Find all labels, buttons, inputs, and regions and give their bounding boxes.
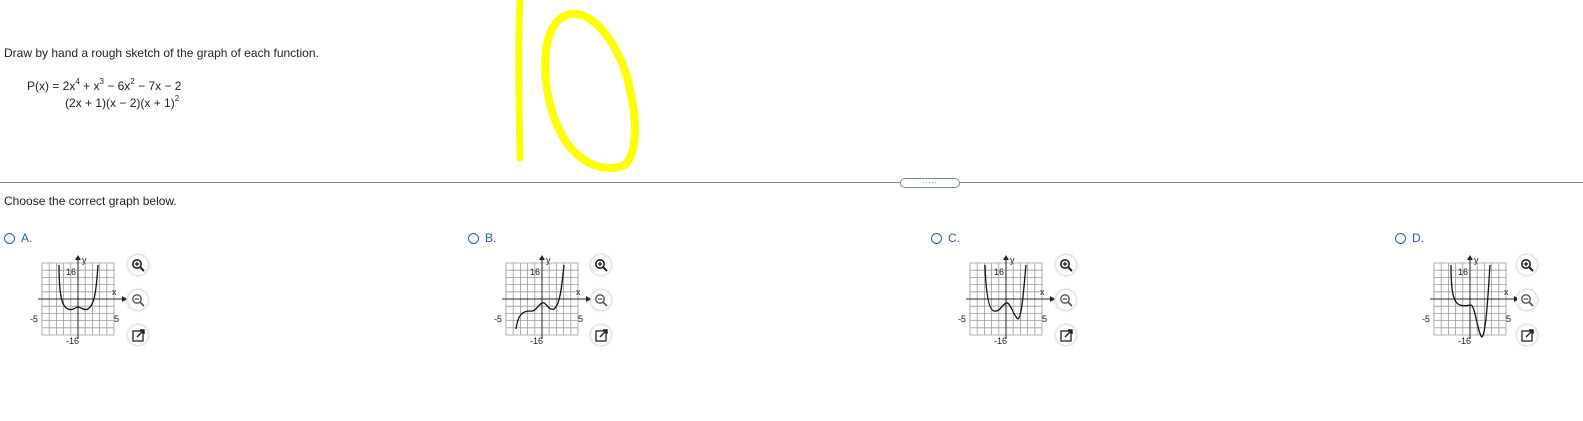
axis-label-y: y (546, 255, 551, 265)
radio-button[interactable] (1395, 232, 1406, 244)
graph-option-d: 16 -16 -5 5 x y (1422, 255, 1519, 346)
divider-drag-handle[interactable]: ..... (900, 178, 960, 188)
option-b[interactable]: B. (468, 231, 496, 245)
popout-icon (1520, 328, 1534, 342)
zoom-out-icon (131, 293, 145, 307)
tick-label-xmin: -5 (494, 314, 502, 324)
tick-label-xmax: 5 (114, 314, 119, 324)
zoom-out-icon (594, 293, 608, 307)
tick-label-xmin: -5 (30, 314, 38, 324)
radio-button[interactable] (4, 232, 15, 244)
tick-label-xmax: 5 (1506, 314, 1511, 324)
handwritten-annotation (515, 0, 639, 172)
tick-label-xmax: 5 (578, 314, 583, 324)
popout-icon (1059, 328, 1073, 342)
tick-label-ymax: 16 (66, 267, 76, 277)
option-label: B. (485, 231, 497, 245)
radio-button[interactable] (468, 232, 479, 244)
tick-label-xmax: 5 (1042, 314, 1047, 324)
axis-label-x: x (1504, 287, 1509, 297)
axis-label-y: y (82, 255, 87, 265)
axis-label-x: x (1040, 287, 1045, 297)
zoom-out-button[interactable] (128, 290, 148, 310)
zoom-in-icon (594, 258, 608, 272)
option-label: C. (948, 231, 960, 245)
graph-option-b: 16 -16 -5 5 x y (494, 255, 591, 346)
zoom-in-icon (1059, 258, 1073, 272)
popout-button[interactable] (1056, 325, 1076, 345)
zoom-in-button[interactable] (128, 255, 148, 275)
popout-button[interactable] (591, 325, 611, 345)
option-c[interactable]: C. (931, 231, 960, 245)
axis-label-y: y (1474, 255, 1479, 265)
instruction-text: Draw by hand a rough sketch of the graph… (4, 46, 319, 60)
tick-label-ymin: -16 (994, 336, 1007, 346)
zoom-in-icon (131, 258, 145, 272)
equation-line-1: P(x) = 2x4 + x3 − 6x2 − 7x − 2 (27, 77, 182, 94)
graph-option-a: 16 -16 -5 5 x y (30, 255, 127, 346)
tick-label-ymin: -16 (1458, 336, 1471, 346)
function-expression: P(x) = 2x4 + x3 − 6x2 − 7x − 2 (2x + 1)(… (27, 78, 181, 112)
option-label: A. (21, 231, 33, 245)
tick-label-ymin: -16 (66, 336, 79, 346)
pane-divider (0, 182, 1583, 183)
zoom-out-button[interactable] (1056, 290, 1076, 310)
radio-button[interactable] (931, 232, 942, 244)
zoom-in-button[interactable] (591, 255, 611, 275)
zoom-out-button[interactable] (1517, 290, 1537, 310)
zoom-in-button[interactable] (1517, 255, 1537, 275)
popout-button[interactable] (1517, 325, 1537, 345)
tick-label-ymax: 16 (994, 267, 1004, 277)
option-d[interactable]: D. (1395, 231, 1424, 245)
option-a[interactable]: A. (4, 231, 32, 245)
choose-prompt: Choose the correct graph below. (4, 194, 177, 208)
graph-option-c: 16 -16 -5 5 x y (958, 255, 1055, 346)
popout-icon (131, 328, 145, 342)
axis-label-x: x (576, 287, 581, 297)
popout-icon (594, 328, 608, 342)
tick-label-ymax: 16 (1458, 267, 1468, 277)
tick-label-ymin: -16 (530, 336, 543, 346)
tick-label-xmin: -5 (1422, 314, 1430, 324)
zoom-out-icon (1059, 293, 1073, 307)
axis-label-x: x (112, 287, 117, 297)
tick-label-ymax: 16 (530, 267, 540, 277)
popout-button[interactable] (128, 325, 148, 345)
equation-line-2: (2x + 1)(x − 2)(x + 1)2 (65, 94, 180, 111)
zoom-in-icon (1520, 258, 1534, 272)
tick-label-xmin: -5 (958, 314, 966, 324)
zoom-in-button[interactable] (1056, 255, 1076, 275)
zoom-out-button[interactable] (591, 290, 611, 310)
option-label: D. (1412, 231, 1424, 245)
zoom-out-icon (1520, 293, 1534, 307)
axis-label-y: y (1010, 255, 1015, 265)
